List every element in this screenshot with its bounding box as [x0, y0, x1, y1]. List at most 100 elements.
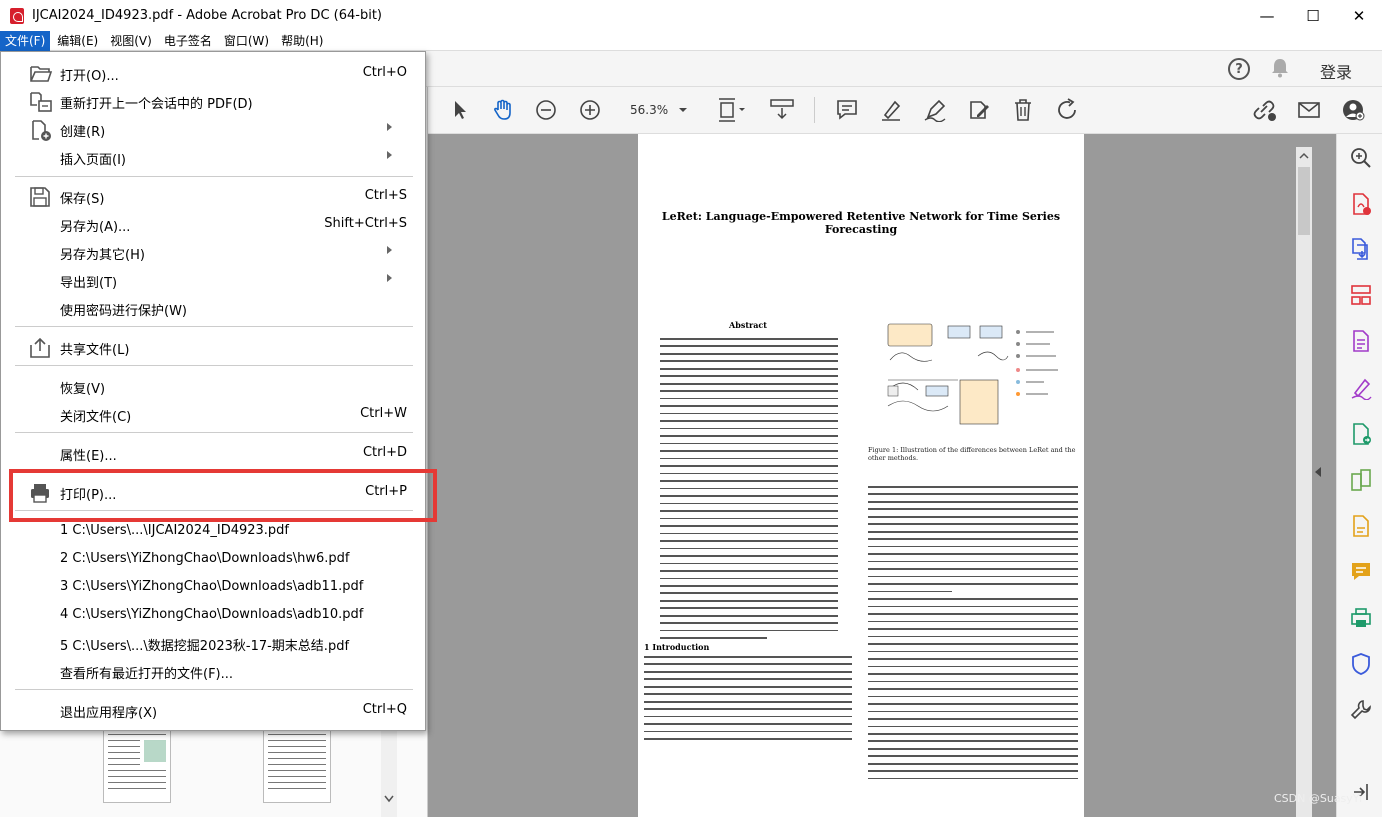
sign-pen-icon[interactable] [922, 97, 948, 123]
menu-item-password-protect[interactable]: 使用密码进行保护(W) [1, 294, 425, 322]
zoom-in-icon[interactable] [578, 97, 602, 123]
menu-esign[interactable]: 电子签名 [159, 31, 217, 51]
menu-item-properties[interactable]: 属性(E)... Ctrl+D [1, 439, 425, 467]
organize-pages-icon[interactable] [1349, 283, 1373, 307]
menu-item-label: 属性(E)... [60, 449, 117, 464]
menu-item-shortcut: Ctrl+S [364, 188, 407, 203]
email-icon[interactable] [1296, 97, 1322, 123]
zoom-level-dropdown[interactable]: 56.3% [620, 99, 692, 121]
menu-edit[interactable]: 编辑(E) [52, 31, 103, 51]
bell-icon[interactable] [1270, 58, 1290, 80]
menu-separator [15, 510, 413, 511]
scrollbar-thumb[interactable] [1298, 167, 1310, 235]
collapse-rail-icon[interactable] [1314, 466, 1322, 481]
menu-item-shortcut: Ctrl+D [362, 445, 407, 460]
create-pdf-icon[interactable] [1349, 192, 1373, 216]
menu-item-label: 使用密码进行保护(W) [60, 304, 187, 319]
link-sign-icon[interactable] [1252, 97, 1278, 123]
minimize-button[interactable]: — [1244, 0, 1290, 31]
menu-window[interactable]: 窗口(W) [219, 31, 274, 51]
watermark: CSDN @SuasyYi [1274, 792, 1363, 805]
recent-file-3[interactable]: 3 C:\Users\YiZhongChao\Downloads\adb11.p… [1, 573, 425, 601]
select-arrow-icon[interactable] [448, 97, 472, 123]
menu-item-shortcut: Shift+Ctrl+S [324, 216, 407, 231]
menu-item-revert[interactable]: 恢复(V) [1, 372, 425, 400]
printer-icon [29, 482, 51, 503]
menu-item-shortcut: Ctrl+Q [362, 702, 407, 717]
trash-icon[interactable] [1010, 97, 1036, 123]
close-button[interactable]: ✕ [1336, 0, 1382, 31]
menu-bar: 文件(F) 编辑(E) 视图(V) 电子签名 窗口(W) 帮助(H) [0, 30, 1382, 51]
introduction-text [644, 656, 852, 746]
edit-pdf-icon[interactable] [1349, 329, 1373, 353]
recent-file-5[interactable]: 5 C:\Users\...\数据挖掘2023秋-17-期末总结.pdf [1, 629, 425, 657]
menu-item-label: 插入页面(I) [60, 153, 126, 168]
menu-item-reopen[interactable]: 重新打开上一个会话中的 PDF(D) [1, 87, 425, 115]
comment-tool-icon[interactable] [1349, 560, 1373, 584]
request-signature-icon[interactable] [1349, 514, 1373, 538]
reopen-icon [29, 91, 52, 112]
menu-view[interactable]: 视图(V) [105, 31, 157, 51]
menu-item-save[interactable]: 保存(S) Ctrl+S [1, 182, 425, 210]
combine-files-icon[interactable] [1349, 237, 1373, 261]
window-title: IJCAI2024_ID4923.pdf - Adobe Acrobat Pro… [32, 8, 382, 23]
menu-separator [15, 471, 413, 472]
scroll-mode-icon[interactable] [768, 97, 796, 123]
document-scrollbar[interactable] [1296, 147, 1312, 817]
page-thumbnail[interactable] [263, 727, 331, 803]
print-production-icon[interactable] [1349, 606, 1373, 630]
menu-item-view-all-recent[interactable]: 查看所有最近打开的文件(F)... [1, 657, 425, 685]
rotate-icon[interactable] [1054, 97, 1080, 123]
menu-item-label: 恢复(V) [60, 382, 106, 397]
section-introduction-heading: 1 Introduction [644, 642, 710, 652]
maximize-button[interactable]: ☐ [1290, 0, 1336, 31]
save-icon [29, 186, 51, 207]
recent-file-1[interactable]: 1 C:\Users\...\IJCAI2024_ID4923.pdf [1, 517, 425, 545]
menu-item-create[interactable]: 创建(R) [1, 115, 425, 143]
zoom-search-icon[interactable] [1349, 146, 1373, 170]
menu-item-export[interactable]: 导出到(T) [1, 266, 425, 294]
highlight-pen-icon[interactable] [878, 97, 904, 123]
edit-document-icon[interactable] [966, 97, 992, 123]
export-pdf-icon[interactable] [1349, 422, 1373, 446]
menu-item-label: 查看所有最近打开的文件(F)... [60, 667, 234, 682]
chevron-down-icon [679, 108, 687, 112]
menu-item-label: 关闭文件(C) [60, 410, 132, 425]
menu-item-close-file[interactable]: 关闭文件(C) Ctrl+W [1, 400, 425, 428]
help-icon[interactable]: ? [1228, 58, 1250, 80]
menu-item-label: 另存为(A)... [60, 220, 131, 235]
menu-item-save-as[interactable]: 另存为(A)... Shift+Ctrl+S [1, 210, 425, 238]
menu-item-insert-page[interactable]: 插入页面(I) [1, 143, 425, 171]
menu-item-label: 1 C:\Users\...\IJCAI2024_ID4923.pdf [60, 523, 289, 538]
submenu-arrow-icon [387, 274, 392, 282]
page-thumbnail[interactable] [103, 727, 171, 803]
menu-help[interactable]: 帮助(H) [276, 31, 328, 51]
menu-file[interactable]: 文件(F) [0, 30, 51, 51]
menu-item-label: 退出应用程序(X) [60, 706, 158, 721]
tools-pane [1336, 134, 1382, 817]
menu-item-save-as-other[interactable]: 另存为其它(H) [1, 238, 425, 266]
compare-files-icon[interactable] [1349, 468, 1373, 492]
more-tools-wrench-icon[interactable] [1349, 698, 1373, 722]
recent-file-2[interactable]: 2 C:\Users\YiZhongChao\Downloads\hw6.pdf [1, 545, 425, 573]
menu-item-label: 共享文件(L) [60, 343, 130, 358]
document-viewport[interactable]: LeRet: Language-Empowered Retentive Netw… [428, 134, 1336, 817]
fill-sign-icon[interactable] [1349, 376, 1373, 401]
recent-file-4[interactable]: 4 C:\Users\YiZhongChao\Downloads\adb10.p… [1, 601, 425, 629]
page-fit-icon[interactable] [714, 97, 748, 123]
pdf-page: LeRet: Language-Empowered Retentive Netw… [638, 134, 1084, 817]
comment-icon[interactable] [834, 97, 860, 123]
menu-separator [15, 432, 413, 433]
figure-caption: Figure 1: Illustration of the difference… [868, 446, 1076, 462]
menu-item-share-file[interactable]: 共享文件(L) [1, 333, 425, 361]
protect-shield-icon[interactable] [1349, 652, 1373, 676]
zoom-out-icon[interactable] [534, 97, 558, 123]
menu-item-open[interactable]: 打开(O)... Ctrl+O [1, 59, 425, 87]
menu-item-print[interactable]: 打印(P)... Ctrl+P [1, 478, 425, 506]
hand-tool-icon[interactable] [490, 97, 516, 123]
share-user-icon[interactable] [1340, 97, 1366, 123]
login-button[interactable]: 登录 [1320, 59, 1352, 83]
menu-item-exit[interactable]: 退出应用程序(X) Ctrl+Q [1, 696, 425, 724]
file-menu-dropdown: 打开(O)... Ctrl+O 重新打开上一个会话中的 PDF(D) 创建(R)… [0, 51, 426, 731]
menu-item-label: 3 C:\Users\YiZhongChao\Downloads\adb11.p… [60, 579, 364, 594]
